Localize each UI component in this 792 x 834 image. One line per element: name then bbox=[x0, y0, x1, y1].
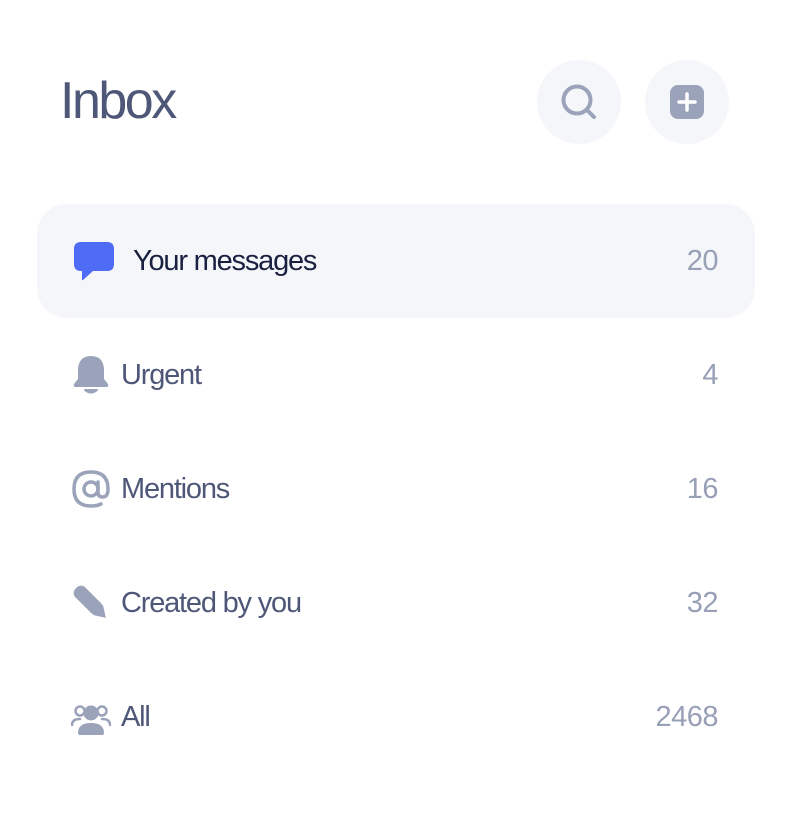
search-button[interactable] bbox=[537, 60, 621, 144]
nav-item-count: 20 bbox=[686, 245, 719, 277]
pencil-icon bbox=[71, 581, 111, 625]
plus-square-icon bbox=[670, 85, 704, 119]
nav-item-label: Urgent bbox=[121, 359, 202, 391]
nav-item-label: All bbox=[121, 701, 151, 733]
compose-button[interactable] bbox=[645, 60, 729, 144]
nav-item-label: Created by you bbox=[121, 587, 302, 619]
nav-item-label: Your messages bbox=[133, 245, 317, 277]
inbox-header: Inbox bbox=[0, 0, 792, 204]
inbox-nav: Your messages 20 Urgent 4 Mentions 16 Cr… bbox=[37, 204, 755, 774]
nav-item-mentions[interactable]: Mentions 16 bbox=[37, 432, 755, 546]
chat-bubble-icon bbox=[73, 239, 115, 283]
nav-item-your-messages[interactable]: Your messages 20 bbox=[37, 204, 755, 318]
bell-icon bbox=[71, 353, 111, 397]
nav-item-count: 16 bbox=[686, 473, 719, 505]
search-icon bbox=[561, 84, 596, 119]
nav-item-urgent[interactable]: Urgent 4 bbox=[37, 318, 755, 432]
nav-item-count: 32 bbox=[686, 587, 719, 619]
nav-item-all[interactable]: All 2468 bbox=[37, 660, 755, 774]
nav-item-count: 4 bbox=[702, 359, 718, 391]
nav-item-count: 2468 bbox=[655, 701, 718, 733]
nav-item-created-by-you[interactable]: Created by you 32 bbox=[37, 546, 755, 660]
page-title: Inbox bbox=[60, 72, 177, 130]
at-sign-icon bbox=[71, 467, 111, 511]
users-icon bbox=[71, 695, 111, 739]
nav-item-label: Mentions bbox=[121, 473, 230, 505]
